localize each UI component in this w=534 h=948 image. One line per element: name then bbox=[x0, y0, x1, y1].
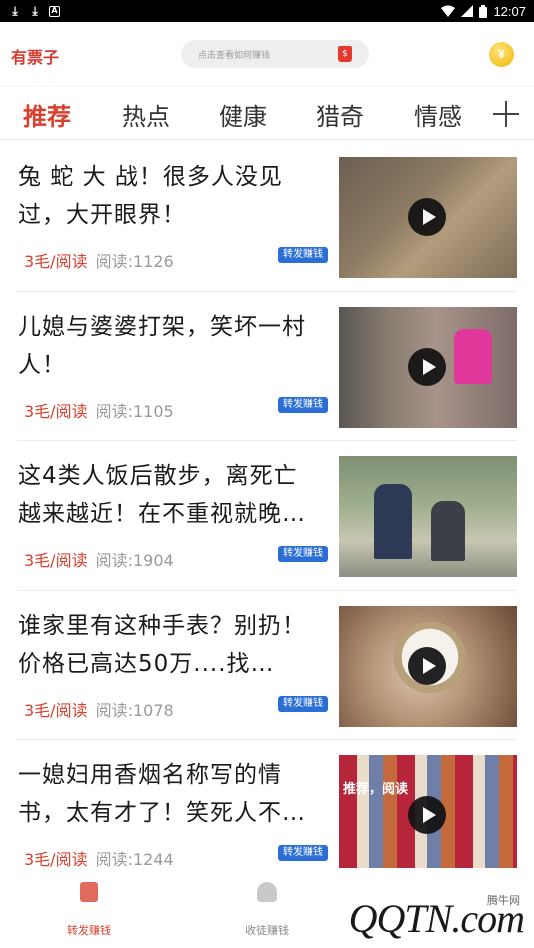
add-tab-icon[interactable] bbox=[493, 101, 519, 127]
app-notification-icon: A bbox=[49, 5, 60, 17]
coin-icon[interactable]: ¥ bbox=[489, 42, 514, 67]
tab-curiosity[interactable]: 猎奇 bbox=[316, 97, 364, 132]
read-count: 阅读:1078 bbox=[95, 700, 174, 720]
thumbnail-caption: 推荐，阅读 bbox=[343, 782, 409, 797]
tab-hot[interactable]: 热点 bbox=[122, 97, 170, 132]
read-count: 阅读:1904 bbox=[95, 551, 174, 570]
list-item[interactable]: 儿媳与婆婆打架，笑坏一村人！ 3毛/阅读 阅读:1105 转发赚钱 bbox=[17, 292, 517, 441]
article-title[interactable]: 谁家里有这种手表？别扔！价格已高达50万....找… bbox=[18, 607, 318, 683]
share-earn-badge[interactable]: 转发赚钱 bbox=[278, 695, 328, 712]
article-title[interactable]: 一媳妇用香烟名称写的情书，太有才了！笑死人不… bbox=[18, 756, 318, 832]
play-icon[interactable] bbox=[408, 198, 446, 236]
video-thumbnail[interactable] bbox=[339, 157, 517, 278]
list-item[interactable]: 这4类人饭后散步，离死亡越来越近！在不重视就晚… 3毛/阅读 阅读:1904 转… bbox=[17, 441, 517, 591]
battery-icon bbox=[479, 4, 488, 18]
brand-logo[interactable]: 有票子 bbox=[11, 44, 59, 68]
wifi-icon bbox=[441, 5, 456, 17]
watermark-logo: QQTN.com bbox=[348, 896, 525, 941]
list-item[interactable]: 谁家里有这种手表？别扔！价格已高达50万....找… 3毛/阅读 阅读:1078… bbox=[17, 591, 517, 740]
video-thumbnail[interactable] bbox=[339, 605, 517, 727]
document-icon bbox=[80, 882, 98, 902]
nav-share-earn[interactable]: 转发赚钱 bbox=[44, 882, 134, 938]
share-earn-badge[interactable]: 转发赚钱 bbox=[278, 845, 328, 861]
video-thumbnail[interactable] bbox=[339, 306, 517, 428]
read-count: 阅读:1126 bbox=[95, 252, 174, 271]
user-icon bbox=[257, 882, 277, 902]
red-envelope-icon[interactable]: $ bbox=[338, 46, 352, 62]
article-feed: 兔 蛇 大 战！很多人没见过，大开眼界！ 3毛/阅读 阅读:1126 转发赚钱 … bbox=[0, 142, 534, 868]
signal-icon bbox=[461, 5, 474, 17]
read-count: 阅读:1105 bbox=[95, 401, 174, 421]
tab-emotion[interactable]: 情感 bbox=[414, 97, 462, 132]
play-icon[interactable] bbox=[408, 347, 446, 386]
article-thumbnail[interactable] bbox=[339, 456, 517, 577]
play-icon[interactable] bbox=[408, 796, 446, 834]
article-title[interactable]: 这4类人饭后散步，离死亡越来越近！在不重视就晚… bbox=[18, 457, 318, 533]
reward-rate: 3毛/阅读 bbox=[24, 850, 88, 868]
read-count: 阅读:1244 bbox=[95, 850, 174, 868]
reward-rate: 3毛/阅读 bbox=[24, 700, 88, 720]
share-earn-badge[interactable]: 转发赚钱 bbox=[278, 247, 328, 263]
bottom-navigation: 转发赚钱 收徒赚钱 腾牛网 QQTN.com bbox=[0, 868, 534, 948]
app-header: 有票子 点击查看如何赚钱 $ ¥ bbox=[0, 22, 534, 86]
article-title[interactable]: 儿媳与婆婆打架，笑坏一村人！ bbox=[18, 308, 318, 384]
status-bar: ⤓ ⤓ A 12:07 bbox=[0, 0, 534, 22]
search-bar[interactable]: 点击查看如何赚钱 $ bbox=[181, 40, 369, 68]
list-item[interactable]: 兔 蛇 大 战！很多人没见过，大开眼界！ 3毛/阅读 阅读:1126 转发赚钱 bbox=[17, 142, 517, 292]
download-icon: ⤓ bbox=[32, 3, 38, 18]
nav-label: 收徒赚钱 bbox=[245, 924, 289, 937]
nav-label: 转发赚钱 bbox=[67, 924, 111, 937]
video-thumbnail[interactable]: 推荐，阅读 bbox=[339, 755, 517, 868]
list-item[interactable]: 一媳妇用香烟名称写的情书，太有才了！笑死人不… 3毛/阅读 阅读:1244 转发… bbox=[17, 740, 517, 868]
tab-health[interactable]: 健康 bbox=[219, 97, 267, 132]
article-title[interactable]: 兔 蛇 大 战！很多人没见过，大开眼界！ bbox=[18, 158, 318, 234]
share-earn-badge[interactable]: 转发赚钱 bbox=[278, 396, 328, 413]
status-time: 12:07 bbox=[493, 3, 526, 19]
share-earn-badge[interactable]: 转发赚钱 bbox=[278, 546, 328, 562]
reward-rate: 3毛/阅读 bbox=[24, 252, 88, 271]
download-icon: ⤓ bbox=[12, 3, 18, 18]
watermark: 腾牛网 QQTN.com bbox=[334, 884, 534, 944]
play-icon[interactable] bbox=[408, 646, 446, 685]
category-tabs: 推荐 热点 健康 猎奇 情感 bbox=[0, 86, 534, 140]
reward-rate: 3毛/阅读 bbox=[24, 551, 88, 570]
search-placeholder: 点击查看如何赚钱 bbox=[198, 50, 271, 61]
nav-recruit-earn[interactable]: 收徒赚钱 bbox=[222, 882, 312, 938]
reward-rate: 3毛/阅读 bbox=[24, 401, 88, 421]
tab-recommend[interactable]: 推荐 bbox=[23, 97, 71, 132]
